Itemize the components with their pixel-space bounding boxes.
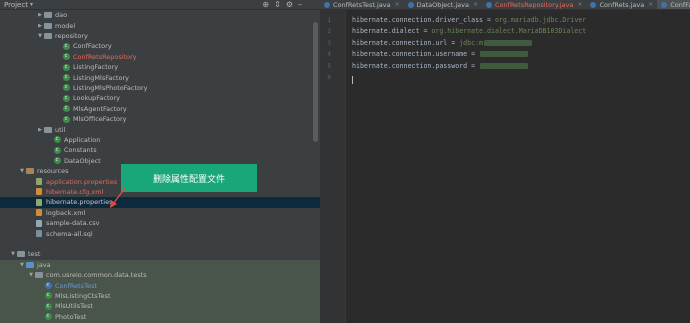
code-line: hibernate.connection.url = jdbc:m	[352, 38, 533, 47]
java-class-icon	[324, 1, 330, 8]
editor-tab[interactable]: ConfRets.java ×	[586, 0, 657, 9]
property-key: hibernate.connection.password	[352, 61, 468, 70]
property-value: jdbc:m	[459, 38, 484, 47]
editor-tab[interactable]: DataObject.java ×	[404, 0, 482, 9]
code-line: hibernate.connection.username =	[352, 50, 529, 59]
editor-tab-label: DataObject.java	[416, 0, 469, 9]
property-value: org.mariadb.jdbc.Driver	[494, 16, 587, 24]
close-tab-icon[interactable]: ×	[395, 1, 400, 8]
property-key: hibernate.connection.url	[352, 38, 448, 47]
property-key: hibernate.connection.driver_class	[352, 16, 484, 24]
editor-tab[interactable]: ConfRetsTest.java ×	[320, 0, 404, 9]
close-tab-icon[interactable]: ×	[648, 1, 653, 8]
property-key: hibernate.dialect	[352, 27, 420, 36]
redacted-value	[480, 51, 529, 58]
editor-tab-label: ConfRets.java	[599, 0, 645, 9]
editor-tabs: ConfRetsTest.java × DataObject.java × ConfRe…	[320, 0, 690, 10]
close-tab-icon[interactable]: ×	[473, 1, 478, 8]
equals-sign: =	[467, 61, 480, 70]
code-editor[interactable]: hibernate.connection.driver_class = org.…	[346, 10, 690, 323]
property-value: org.hibernate.dialect.MariaDB103Dialect	[431, 27, 587, 36]
equals-sign: =	[483, 16, 495, 24]
editor-tab-label: ConfFactory.java	[670, 0, 690, 9]
equals-sign: =	[419, 27, 432, 36]
editor-tab[interactable]: ConfFactory.java×	[657, 0, 690, 9]
line-number: 2	[327, 28, 331, 36]
line-number: 5	[327, 62, 331, 70]
java-class-icon	[486, 1, 493, 8]
code-line: hibernate.connection.driver_class = org.…	[352, 16, 586, 24]
equals-sign: =	[467, 50, 480, 59]
editor-tab-label: ConfRetsTest.java	[333, 0, 391, 9]
text-cursor	[352, 76, 353, 84]
redacted-value	[484, 39, 533, 46]
redacted-value	[480, 62, 529, 69]
line-number-gutter: 1 2 3 4 5 6	[320, 10, 346, 323]
line-number: 3	[327, 39, 331, 47]
java-class-icon	[661, 1, 668, 8]
java-class-icon	[590, 1, 597, 8]
annotation-arrow	[110, 187, 126, 208]
equals-sign: =	[447, 38, 460, 47]
editor-tab-label: ConfRetsRepository.java	[495, 0, 574, 9]
code-line: hibernate.dialect = org.hibernate.dialec…	[352, 27, 586, 35]
line-number: 1	[327, 17, 331, 24]
java-class-icon	[407, 1, 414, 8]
property-key: hibernate.connection.username	[352, 50, 468, 59]
line-number: 4	[327, 51, 331, 59]
editor-tab[interactable]: ConfRetsRepository.java ×	[482, 0, 586, 9]
line-number: 6	[327, 74, 331, 81]
close-tab-icon[interactable]: ×	[577, 1, 582, 8]
code-line: hibernate.connection.password =	[352, 61, 529, 70]
